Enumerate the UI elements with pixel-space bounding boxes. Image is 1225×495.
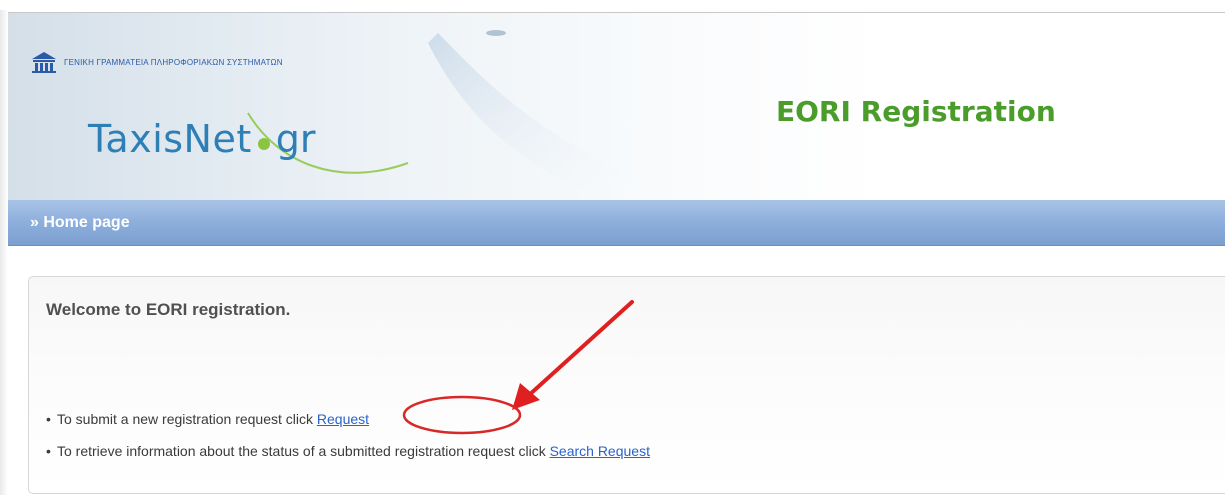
logo-suffix: gr bbox=[275, 117, 316, 161]
header-banner: ΓΕΝΙΚΗ ΓΡΑΜΜΑΤΕΙΑ ΠΛΗΡΟΦΟΡΙΑΚΩΝ ΣΥΣΤΗΜΑΤ… bbox=[8, 12, 1225, 200]
home-page-link[interactable]: » Home page bbox=[30, 214, 130, 232]
window-left-shadow bbox=[0, 10, 8, 495]
welcome-heading: Welcome to EORI registration. bbox=[46, 300, 291, 319]
request-link[interactable]: Request bbox=[317, 411, 369, 427]
request-instruction: • To submit a new registration request cl… bbox=[46, 411, 369, 427]
taxisnet-logo[interactable]: TaxisNet gr bbox=[88, 117, 316, 161]
bullet-icon: • bbox=[46, 411, 51, 427]
logo-dot-icon bbox=[257, 138, 270, 150]
content-panel: Welcome to EORI registration. • To submit… bbox=[28, 276, 1225, 494]
bullet-icon: • bbox=[46, 443, 51, 459]
search-instruction: • To retrieve information about the statu… bbox=[46, 443, 650, 459]
search-request-link[interactable]: Search Request bbox=[550, 443, 650, 459]
search-instruction-text: To retrieve information about the status… bbox=[57, 443, 550, 459]
window-top-edge bbox=[0, 0, 1225, 10]
page-title: EORI Registration bbox=[776, 95, 1056, 128]
request-instruction-text: To submit a new registration request cli… bbox=[57, 411, 317, 427]
nav-bar: » Home page bbox=[8, 200, 1225, 246]
logo-word: TaxisNet bbox=[88, 117, 252, 161]
agency-name: ΓΕΝΙΚΗ ΓΡΑΜΜΑΤΕΙΑ ΠΛΗΡΟΦΟΡΙΑΚΩΝ ΣΥΣΤΗΜΑΤ… bbox=[64, 57, 283, 67]
agency-building-icon bbox=[32, 52, 56, 73]
agency-line: ΓΕΝΙΚΗ ΓΡΑΜΜΑΤΕΙΑ ΠΛΗΡΟΦΟΡΙΑΚΩΝ ΣΥΣΤΗΜΑΤ… bbox=[30, 51, 283, 73]
